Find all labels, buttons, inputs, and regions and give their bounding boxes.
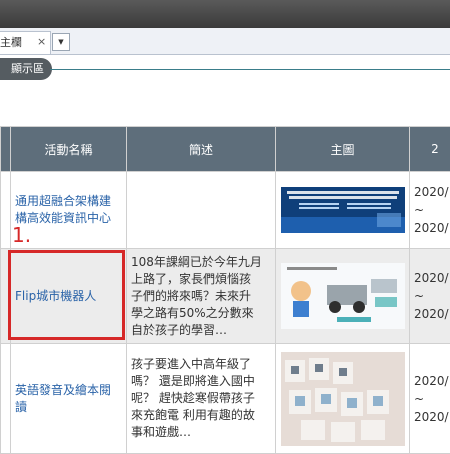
summary-cell: 孩子要進入中高年級了 嗎？ 還是即將進入國中 呢？ 趕快趁寒假帶孩子 來充飽電 … — [127, 344, 276, 454]
banner-slide-image[interactable] — [281, 187, 405, 233]
highlight-box — [8, 250, 125, 340]
main-image-cell — [276, 344, 410, 454]
main-image-cell — [276, 249, 410, 344]
header-summary[interactable]: 簡述 — [127, 127, 276, 172]
header-date[interactable]: 2 — [410, 127, 450, 172]
date-separator: ~ — [410, 390, 450, 408]
summary-line: 子們的將來嗎？未來升 — [127, 288, 275, 305]
table-row[interactable]: 通用超融合架構建 構高效能資訊中心 202 — [1, 172, 450, 249]
date-cell: 2020/ ~ 2020/ — [410, 172, 450, 249]
robot-kit-image[interactable] — [281, 263, 405, 329]
summary-cell — [127, 172, 276, 249]
table-header-row: 活動名稱 簡述 主圖 2 — [1, 127, 450, 172]
row-index-cell — [1, 172, 11, 249]
date-end: 2020/ — [410, 305, 450, 323]
activity-name-line: 通用超融合架構建 — [15, 193, 122, 210]
row-index-cell — [1, 344, 11, 454]
date-cell: 2020/ ~ 2020/ — [410, 344, 450, 454]
summary-line: 學之路有50%之分數來 — [127, 305, 275, 322]
chevron-down-icon[interactable]: ▼ — [52, 33, 70, 51]
tab-main-label: 主欄 — [0, 32, 22, 54]
summary-line: 自於孩子的學習… — [127, 322, 275, 339]
main-image-cell — [276, 172, 410, 249]
tab-strip: 主欄 × ▼ — [0, 28, 450, 55]
date-end: 2020/ — [410, 408, 450, 426]
date-separator: ~ — [410, 201, 450, 219]
window-titlebar — [0, 0, 450, 28]
activity-name-cell: 英語發音及繪本閱 讀 — [11, 344, 127, 454]
activity-name-link[interactable]: 通用超融合架構建 構高效能資訊中心 — [11, 193, 126, 227]
activity-name-line: 讀 — [15, 399, 122, 416]
summary-cell: 108年課綱已於今年九月 上路了，家長們煩惱孩 子們的將來嗎？未來升 學之路有5… — [127, 249, 276, 344]
header-main-image[interactable]: 主圖 — [276, 127, 410, 172]
summary-line: 孩子要進入中高年級了 — [127, 356, 275, 373]
summary-line: 呢？ 趕快趁寒假帶孩子 — [127, 390, 275, 407]
activity-name-link[interactable]: 英語發音及繪本閱 讀 — [11, 382, 126, 416]
step-number-label: 1. — [12, 223, 31, 247]
table-row[interactable]: 英語發音及繪本閱 讀 孩子要進入中高年級了 嗎？ 還是即將進入國中 呢？ 趕快趁… — [1, 344, 450, 454]
header-activity-name[interactable]: 活動名稱 — [11, 127, 127, 172]
summary-line: 108年課綱已於今年九月 — [127, 254, 275, 271]
summary-line: 來充飽電 利用有趣的故 — [127, 407, 275, 424]
date-end: 2020/ — [410, 219, 450, 237]
date-separator: ~ — [410, 287, 450, 305]
section-divider — [50, 69, 450, 70]
date-start: 2020/ — [410, 269, 450, 287]
summary-line: 上路了，家長們煩惱孩 — [127, 271, 275, 288]
header-index-col — [1, 127, 11, 172]
tab-main[interactable]: 主欄 × — [0, 31, 51, 54]
date-cell: 2020/ ~ 2020/ — [410, 249, 450, 344]
alphabet-cards-image[interactable] — [281, 352, 405, 446]
date-start: 2020/ — [410, 183, 450, 201]
section-title-pill: 顯示區 — [0, 58, 52, 80]
close-icon[interactable]: × — [37, 31, 46, 53]
activity-name-line: 英語發音及繪本閱 — [15, 382, 122, 399]
summary-line: 事和遊戲… — [127, 424, 275, 441]
date-start: 2020/ — [410, 372, 450, 390]
summary-line: 嗎？ 還是即將進入國中 — [127, 373, 275, 390]
